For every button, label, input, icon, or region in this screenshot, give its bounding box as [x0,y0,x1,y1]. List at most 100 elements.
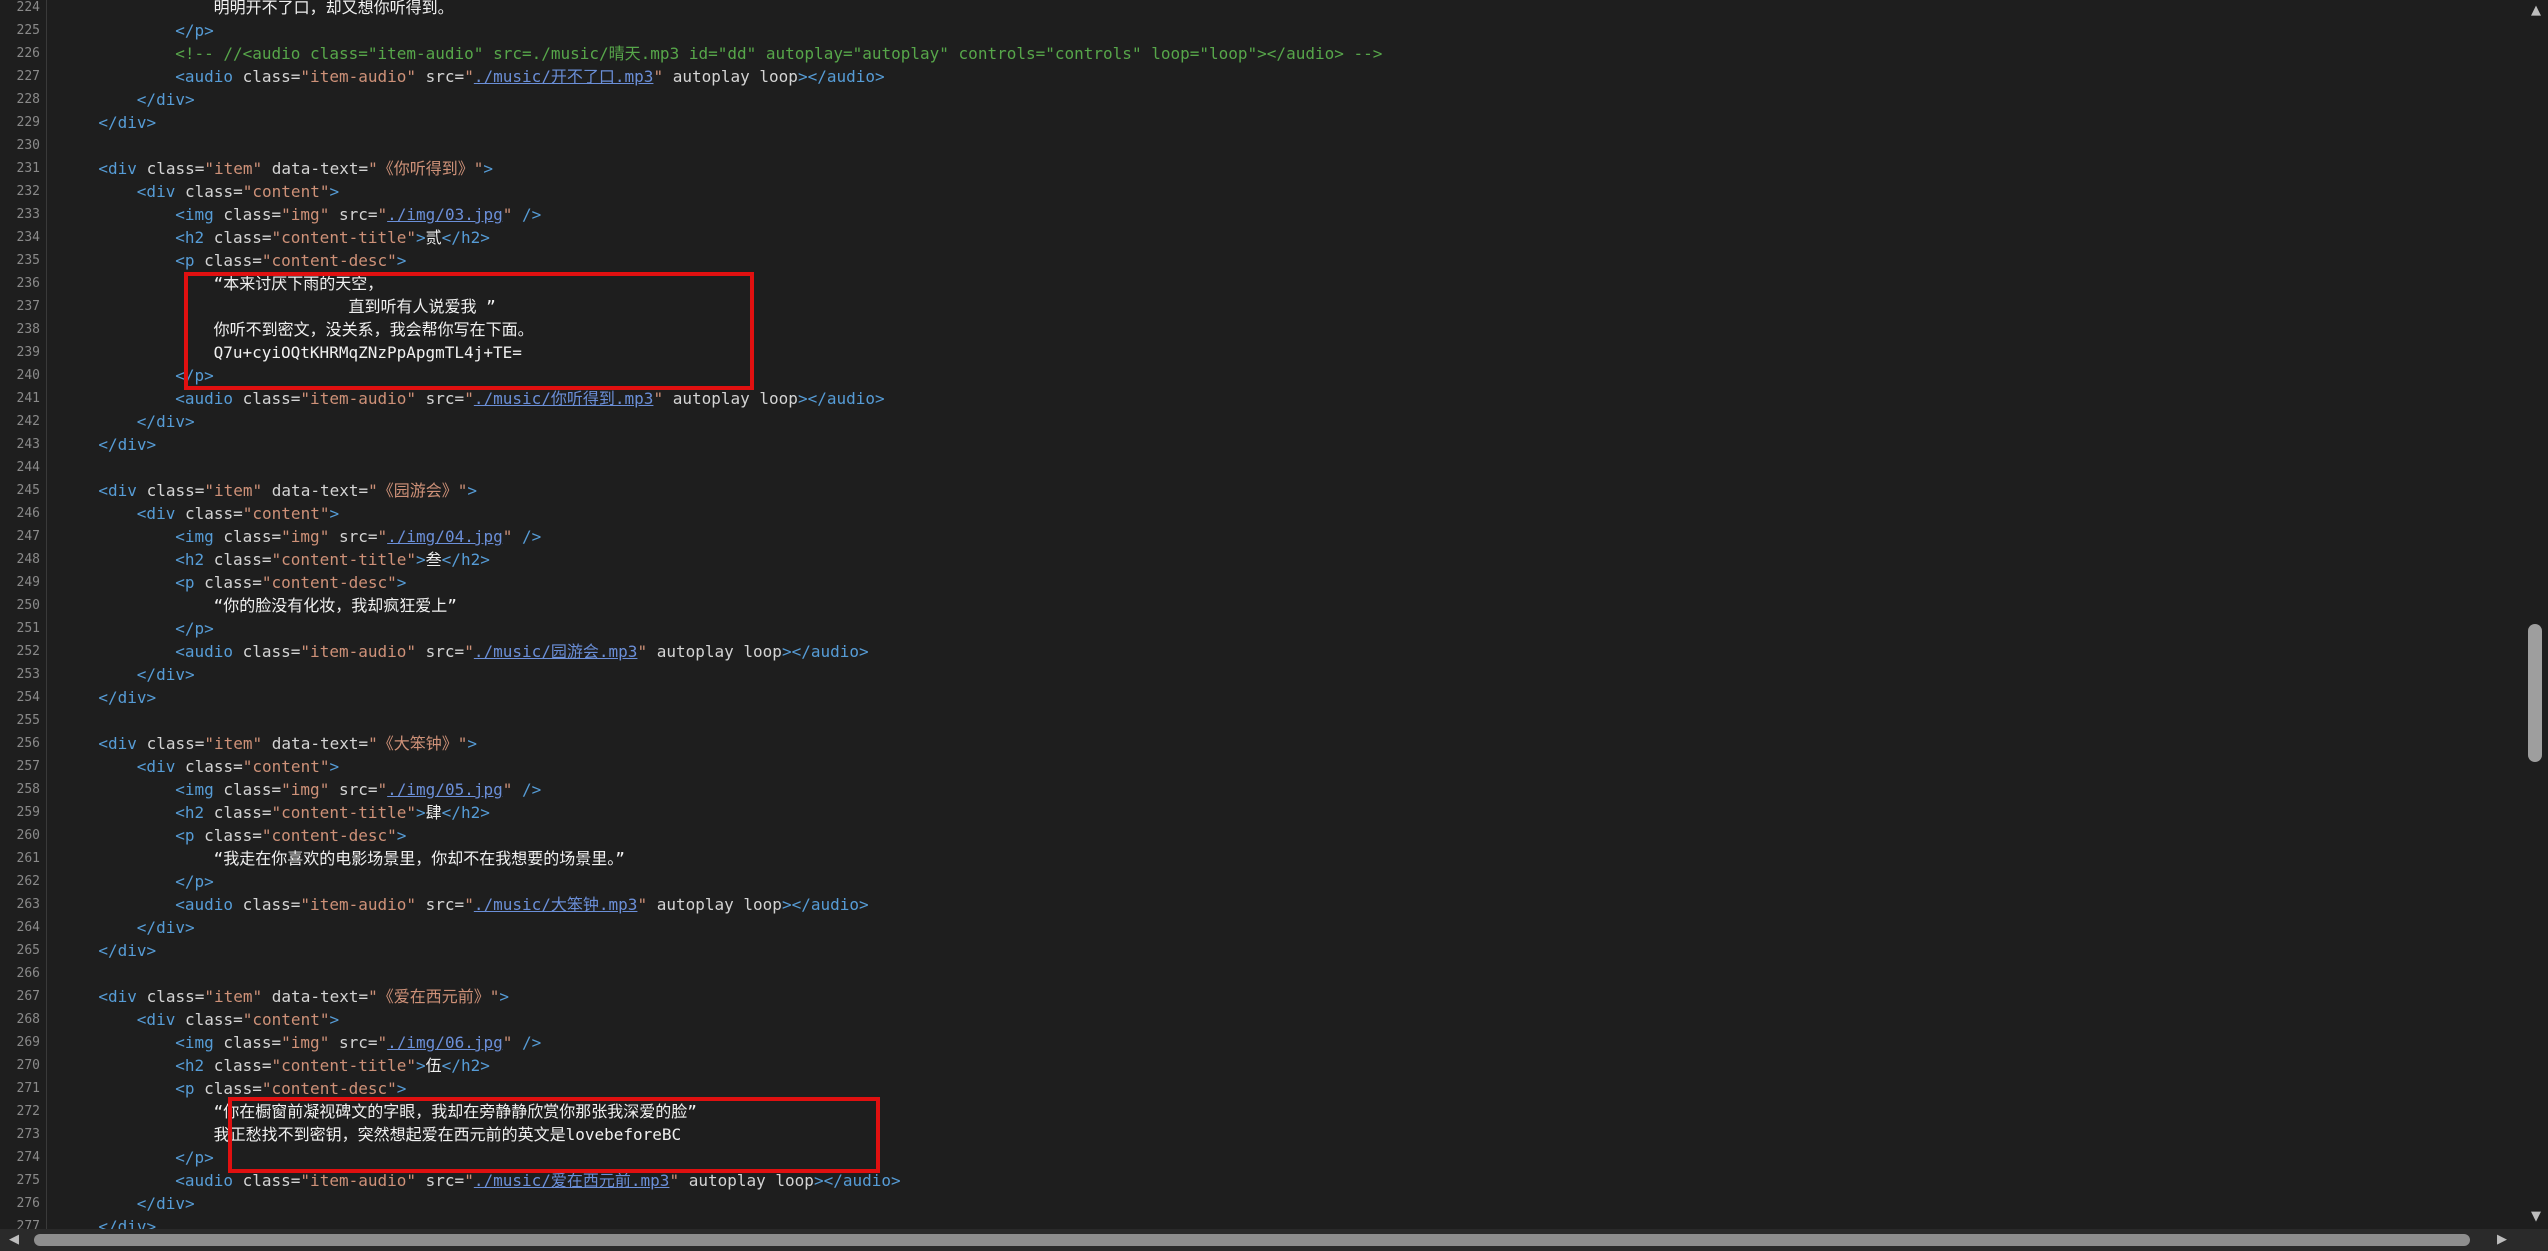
code-token: "《园游会》" [368,481,468,500]
code-token: </div> [136,1194,195,1213]
vertical-scrollbar[interactable]: ▲ ▼ [2524,0,2548,1229]
code-line: 243 </div> [0,433,2524,456]
line-number: 270 [16,1058,40,1073]
code-text: <div class="content"> [137,502,339,525]
code-line: 262 </p> [0,870,2524,893]
code-token: class= [242,67,301,86]
line-number: 248 [16,552,40,567]
source-link[interactable]: ./img/04.jpg [387,527,503,546]
code-token: /> [512,1033,542,1052]
code-line: 247 <img class="img" src="./img/04.jpg" /… [0,525,2524,548]
line-number: 257 [16,759,40,774]
code-line: 226 <!-- //<audio class="item-audio" src=… [0,42,2524,65]
line-number: 231 [16,161,40,176]
code-token: "img" [281,1033,330,1052]
code-token: class= [204,826,262,845]
source-link[interactable]: ./music/园游会.mp3 [474,642,638,661]
code-token: class= [242,1171,301,1190]
code-token: "content" [242,757,330,776]
line-number: 228 [16,92,40,107]
code-text: <img class="img" src="./img/05.jpg" /> [175,778,541,801]
code-token: "content-desc" [261,1079,397,1098]
code-line: 245 <div class="item" data-text="《园游会》"> [0,479,2524,502]
code-text: <h2 class="content-title">伍</h2> [175,1054,490,1077]
code-token: > [416,1056,426,1075]
line-number: 265 [16,943,40,958]
code-text: </p> [175,617,214,640]
source-link[interactable]: ./music/开不了口.mp3 [474,67,654,86]
code-line: 256 <div class="item" data-text="《大笨钟》"> [0,732,2524,755]
code-token: /> [512,780,542,799]
code-text: </p> [175,1146,214,1169]
line-number: 249 [16,575,40,590]
code-line: 277 </div> [0,1215,2524,1229]
code-line: 231 <div class="item" data-text="《你听得到》"> [0,157,2524,180]
code-text: <img class="img" src="./img/06.jpg" /> [175,1031,541,1054]
vertical-scroll-thumb[interactable] [2528,624,2542,762]
source-link[interactable]: ./img/05.jpg [387,780,503,799]
code-token: <h2 [175,1056,214,1075]
code-token: class= [242,389,301,408]
code-token: "item-audio" [300,642,417,661]
code-token: " [637,642,648,661]
code-token: "content-title" [271,1056,417,1075]
line-number: 260 [16,828,40,843]
code-token: "item-audio" [300,895,417,914]
code-token: src= [329,780,378,799]
code-text: <img class="img" src="./img/04.jpg" /> [175,525,541,548]
code-line: 230 [0,134,2524,157]
code-token: autoplay loop [663,67,798,86]
code-text: <p class="content-desc"> [175,824,406,847]
arrow-up-icon[interactable]: ▲ [2526,0,2546,22]
code-token: class= [223,780,282,799]
code-token: class= [184,182,243,201]
code-line: 242 </div> [0,410,2524,433]
code-token: " [464,895,474,914]
code-token: <div [98,987,147,1006]
source-link[interactable]: ./img/03.jpg [387,205,503,224]
line-number: 262 [16,874,40,889]
horizontal-scrollbar[interactable]: ◀ ▶ [0,1229,2548,1251]
source-link[interactable]: ./music/爱在西元前.mp3 [474,1171,670,1190]
line-number: 269 [16,1035,40,1050]
code-token: “我走在你喜欢的电影场景里，你却不在我想要的场景里。” [213,849,625,868]
code-line: 252 <audio class="item-audio" src="./musi… [0,640,2524,663]
code-line: 246 <div class="content"> [0,502,2524,525]
code-token: class= [146,734,205,753]
code-token: "content-desc" [261,826,397,845]
code-token: "item-audio" [300,67,417,86]
code-token: "img" [281,780,330,799]
code-token: "content-title" [271,228,417,247]
code-text: <div class="content"> [137,180,339,203]
code-token: class= [204,251,262,270]
line-number: 276 [16,1196,40,1211]
arrow-left-icon[interactable]: ◀ [4,1229,24,1251]
source-link[interactable]: ./music/大笨钟.mp3 [474,895,638,914]
source-link[interactable]: ./music/你听得到.mp3 [474,389,654,408]
code-token: </h2> [441,228,490,247]
code-text: <h2 class="content-title">叁</h2> [175,548,490,571]
code-token: </div> [98,435,157,454]
code-token: "content-desc" [261,573,397,592]
line-number: 264 [16,920,40,935]
line-number: 240 [16,368,40,383]
source-link[interactable]: ./img/06.jpg [387,1033,503,1052]
line-number: 271 [16,1081,40,1096]
code-token: "item" [204,481,263,500]
code-text: <div class="item" data-text="《爱在西元前》"> [98,985,509,1008]
code-line: 235 <p class="content-desc"> [0,249,2524,272]
code-token: <div [136,1010,185,1029]
arrow-right-icon[interactable]: ▶ [2492,1229,2512,1251]
code-token: class= [204,573,262,592]
code-line: 232 <div class="content"> [0,180,2524,203]
code-text: 明明开不了口，却又想你听得到。 [214,0,454,19]
highlight-box-ciphertext [184,272,754,390]
code-token: </h2> [441,1056,490,1075]
code-token: <img [175,780,224,799]
code-token: class= [213,228,272,247]
arrow-down-icon[interactable]: ▼ [2526,1206,2546,1228]
horizontal-scroll-thumb[interactable] [34,1234,2470,1246]
code-token: > [483,159,494,178]
line-number: 273 [16,1127,40,1142]
source-viewer[interactable]: 224 明明开不了口，却又想你听得到。 225 </p> 226 <!-- //<audi… [0,0,2524,1229]
